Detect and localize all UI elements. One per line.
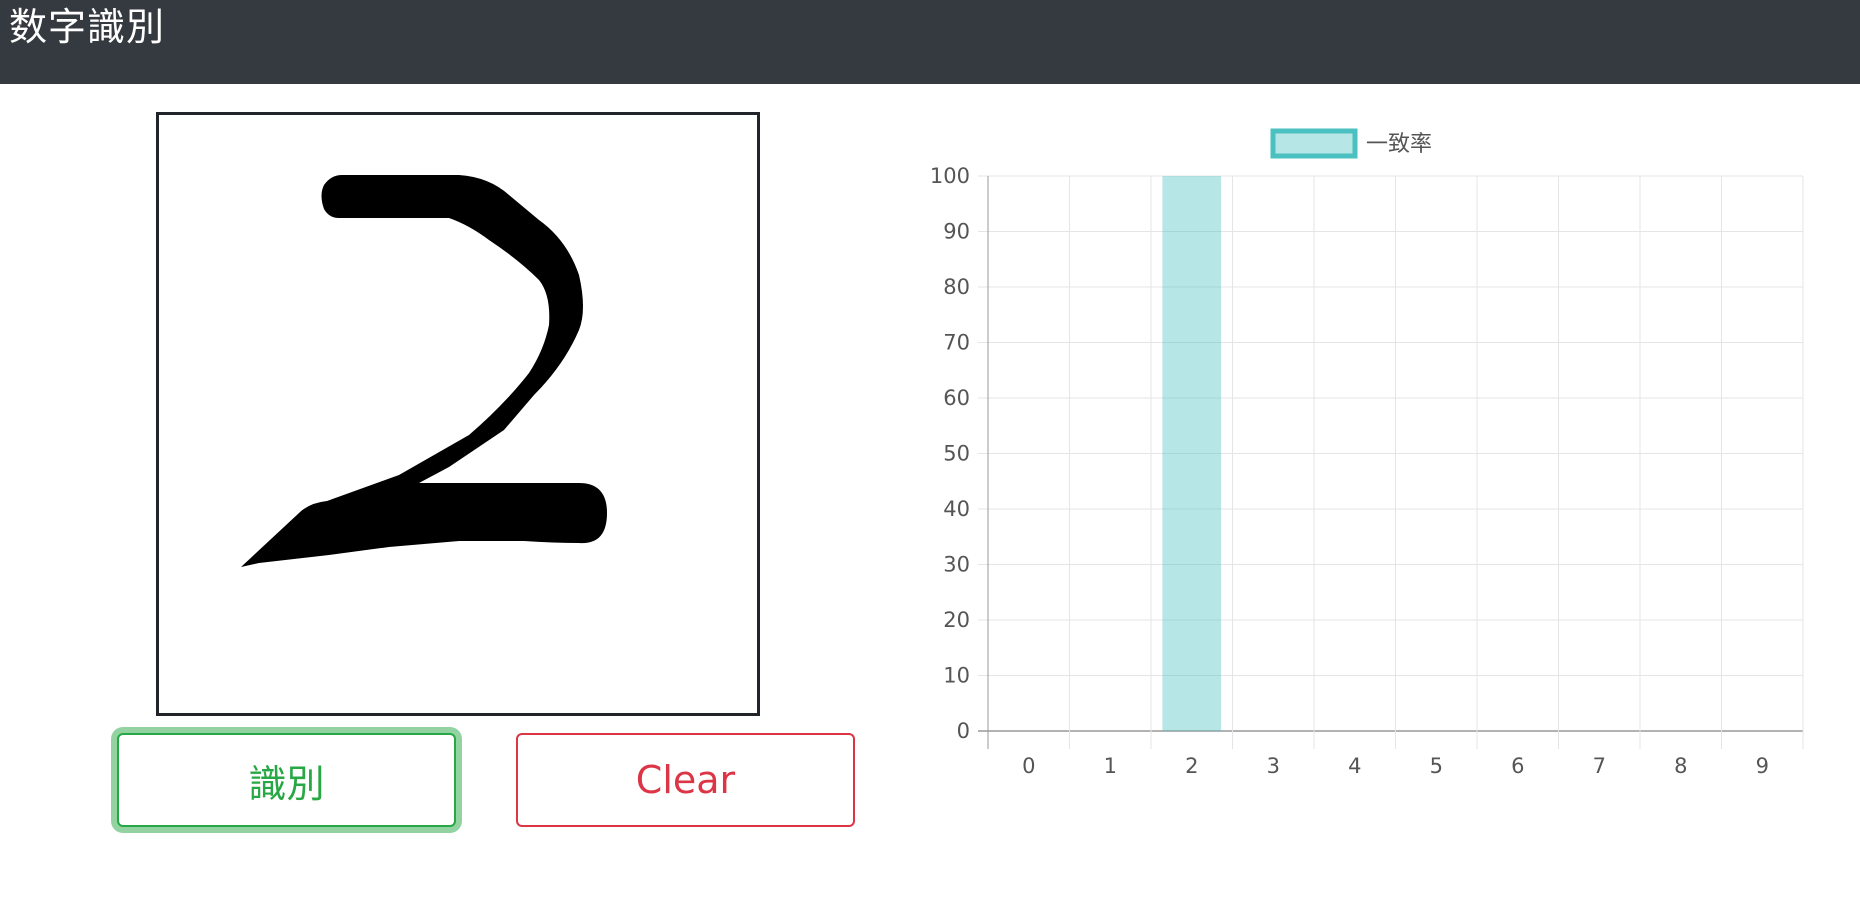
y-tick-label: 90 — [943, 220, 970, 244]
legend-label: 一致率 — [1366, 132, 1432, 157]
y-tick-label: 30 — [943, 553, 970, 577]
bar-2 — [1162, 176, 1222, 731]
y-tick-label: 20 — [943, 608, 970, 632]
x-axis-ticks: 0 1 2 3 4 5 6 7 8 9 — [1022, 754, 1769, 778]
chart-legend: 一致率 — [1270, 128, 1432, 159]
recognize-button[interactable]: 識別 — [117, 733, 456, 827]
app-title: 数字識別 — [9, 5, 166, 49]
confidence-bar-chart: 0 10 20 30 40 50 60 70 80 90 100 0 1 2 3 4 5 6 7 8 9 一致率 — [930, 128, 1804, 778]
x-tick-label: 4 — [1348, 754, 1361, 778]
y-tick-label: 80 — [943, 275, 970, 299]
x-tick-label: 6 — [1511, 754, 1524, 778]
x-tick-label: 2 — [1185, 754, 1198, 778]
x-tick-label: 7 — [1593, 754, 1606, 778]
y-axis-ticks: 0 10 20 30 40 50 60 70 80 90 100 — [930, 164, 970, 743]
x-tick-label: 3 — [1267, 754, 1280, 778]
chart-grid — [978, 175, 1804, 749]
x-tick-label: 0 — [1022, 754, 1035, 778]
handwritten-digit — [241, 175, 607, 567]
y-tick-label: 40 — [943, 497, 970, 521]
y-tick-label: 70 — [943, 331, 970, 355]
legend-swatch — [1270, 128, 1358, 159]
y-tick-label: 0 — [957, 719, 970, 743]
x-tick-label: 5 — [1430, 754, 1443, 778]
clear-button[interactable]: Clear — [516, 733, 855, 827]
y-tick-label: 100 — [930, 164, 970, 188]
drawing-canvas[interactable] — [156, 112, 760, 716]
x-tick-label: 9 — [1756, 754, 1769, 778]
chart-bars — [1162, 176, 1222, 731]
y-tick-label: 50 — [943, 442, 970, 466]
x-tick-label: 8 — [1674, 754, 1687, 778]
y-tick-label: 60 — [943, 386, 970, 410]
y-tick-label: 10 — [943, 664, 970, 688]
x-tick-label: 1 — [1104, 754, 1117, 778]
digit-stroke — [241, 175, 607, 567]
navbar: 数字識別 — [0, 0, 1860, 84]
